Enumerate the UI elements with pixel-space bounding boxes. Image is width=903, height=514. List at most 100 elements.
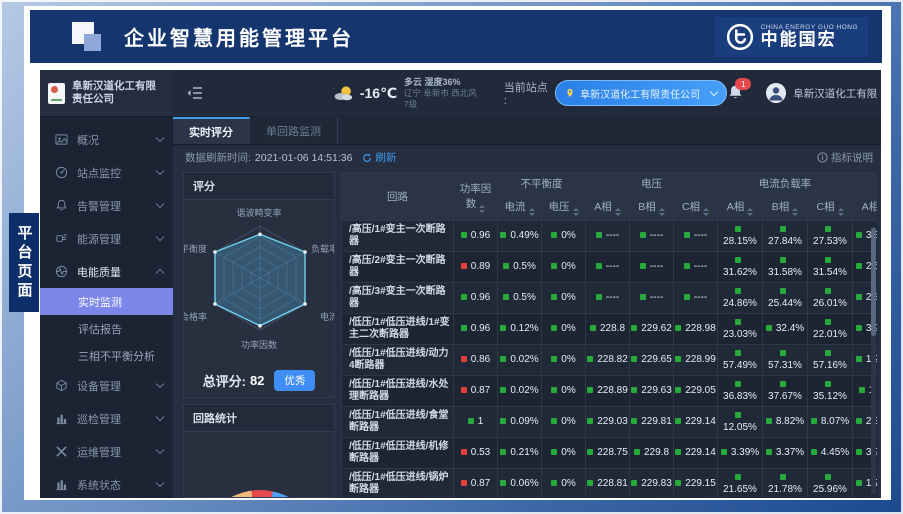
circuit-panel-title: 回路统计 bbox=[184, 405, 334, 432]
status-dot-green bbox=[587, 356, 593, 362]
table-row[interactable]: /低压/1#低压进线/机修断路器0.530.21%0%228.75229.822… bbox=[342, 438, 878, 469]
sort-icon[interactable] bbox=[615, 208, 621, 216]
table-sub-header-6[interactable]: B相 bbox=[763, 195, 808, 221]
table-sub-header-3[interactable]: B相 bbox=[630, 195, 674, 221]
table-scrollbar[interactable] bbox=[871, 226, 876, 495]
table-sub-header-2[interactable]: A相 bbox=[586, 195, 630, 221]
status-dot-green bbox=[500, 418, 506, 424]
sort-icon[interactable] bbox=[573, 208, 579, 216]
table-row[interactable]: /低压/1#低压进线/1#变主二次断路器0.960.12%0%228.8229.… bbox=[342, 314, 878, 345]
table-cell: 27.84% bbox=[763, 221, 808, 252]
cell-value: 228.98 bbox=[685, 323, 716, 334]
sidebar-item-5[interactable]: 设备管理 bbox=[40, 369, 173, 402]
cell-value: 228.81 bbox=[597, 478, 628, 489]
table-row[interactable]: /低压/1#低压进线/锅炉断路器0.870.06%0%228.81229.832… bbox=[342, 469, 878, 499]
table-row[interactable]: /低压/1#低压进线/动力4断路器0.860.02%0%228.82229.65… bbox=[342, 345, 878, 376]
sort-icon[interactable] bbox=[792, 208, 798, 216]
table-cell: 229.65 bbox=[630, 345, 674, 376]
sidebar-subitem-4-2[interactable]: 三相不平衡分析 bbox=[40, 342, 173, 369]
notification-badge: 1 bbox=[735, 78, 751, 90]
sidebar-item-7[interactable]: 运维管理 bbox=[40, 435, 173, 468]
sidebar-item-6[interactable]: 巡检管理 bbox=[40, 402, 173, 435]
sidebar-item-1[interactable]: 站点监控 bbox=[40, 156, 173, 189]
power-quality-icon bbox=[54, 265, 68, 279]
table-sub-header-8[interactable]: A相 bbox=[853, 195, 878, 221]
table-cell: 229.81 bbox=[630, 407, 674, 438]
cell-value: 0% bbox=[561, 261, 575, 272]
table-sub-header-0[interactable]: 电流 bbox=[498, 195, 542, 221]
table-group-header-4: 电流负载率 bbox=[718, 173, 853, 195]
sort-icon[interactable] bbox=[747, 208, 753, 216]
cell-value: 228.99 bbox=[685, 354, 716, 365]
sidebar-item-label: 系统状态 bbox=[77, 477, 157, 493]
cell-value: 22.01% bbox=[813, 329, 847, 340]
table-sub-header-7[interactable]: C相 bbox=[808, 195, 853, 221]
sort-icon[interactable] bbox=[838, 208, 844, 216]
status-dot-green bbox=[684, 294, 690, 300]
sidebar-item-3[interactable]: 能源管理 bbox=[40, 222, 173, 255]
sidebar-item-8[interactable]: 系统状态 bbox=[40, 468, 173, 498]
sort-icon[interactable] bbox=[659, 208, 665, 216]
metric-info-link[interactable]: 指标说明 bbox=[817, 150, 873, 165]
sidebar-item-label: 概况 bbox=[77, 132, 157, 148]
circuit-name: /高压/3#变主一次断路器 bbox=[342, 283, 454, 314]
sidebar-item-4[interactable]: 电能质量 bbox=[40, 255, 173, 288]
table-sub-header-1[interactable]: 电压 bbox=[542, 195, 586, 221]
status-dot-green bbox=[631, 325, 637, 331]
sidebar-subitem-4-0[interactable]: 实时监测 bbox=[40, 288, 173, 315]
weather-widget: -16℃ 多云 湿度36% 辽宁 阜新市 西北风 7级 bbox=[332, 77, 482, 110]
dashboard-body: 评分 谐波畸变率负载率电流功率因数合格率平衡度 总评分: 82 优秀 回路统计 bbox=[173, 170, 881, 498]
table-cell: 31.54% bbox=[808, 252, 853, 283]
status-dot-red bbox=[461, 387, 467, 393]
status-dot-green bbox=[856, 325, 862, 331]
table-cell: 228.8 bbox=[586, 314, 630, 345]
table-cell: 0% bbox=[542, 469, 586, 499]
user-menu[interactable]: 阜新汉道化工有限责任公司 bbox=[766, 83, 877, 103]
table-row[interactable]: /低压/1#低压进线/水处理断路器0.870.02%0%228.89229.63… bbox=[342, 376, 878, 407]
cell-value: 0.87 bbox=[471, 385, 490, 396]
table-row[interactable]: /高压/2#变主一次断路器0.890.5%0%------------31.62… bbox=[342, 252, 878, 283]
avatar bbox=[766, 83, 786, 103]
table-cell: 24.86% bbox=[718, 283, 763, 314]
cell-value: ---- bbox=[606, 292, 619, 303]
table-cell: ---- bbox=[586, 221, 630, 252]
table-cell: 28.15% bbox=[718, 221, 763, 252]
sort-icon[interactable] bbox=[479, 205, 485, 213]
table-group-header-1[interactable]: 功率因数 bbox=[454, 173, 498, 221]
table-row[interactable]: /高压/1#变主一次断路器0.960.49%0%------------28.1… bbox=[342, 221, 878, 252]
table-cell: 228.99 bbox=[674, 345, 718, 376]
table-sub-header-5[interactable]: A相 bbox=[718, 195, 763, 221]
page-tag: 平台页面 bbox=[9, 213, 39, 312]
status-dot-green bbox=[640, 232, 646, 238]
location-pin-icon bbox=[565, 87, 575, 99]
table-sub-header-4[interactable]: C相 bbox=[674, 195, 718, 221]
cell-value: 31.62% bbox=[723, 267, 757, 278]
tab-0[interactable]: 实时评分 bbox=[173, 117, 250, 144]
chevron-down-icon bbox=[156, 413, 164, 421]
status-dot-green bbox=[675, 480, 681, 486]
sidebar-item-0[interactable]: 概况 bbox=[40, 123, 173, 156]
collapse-sidebar-icon[interactable] bbox=[186, 86, 204, 100]
table-row[interactable]: /低压/1#低压进线/食堂断路器10.09%0%229.03229.81229.… bbox=[342, 407, 878, 438]
table-row[interactable]: /高压/3#变主一次断路器0.960.5%0%------------24.86… bbox=[342, 283, 878, 314]
sidebar-item-2[interactable]: 告警管理 bbox=[40, 189, 173, 222]
cell-value: 31.54% bbox=[813, 267, 847, 278]
status-dot-green bbox=[825, 257, 831, 263]
sort-icon[interactable] bbox=[703, 208, 709, 216]
station-monitor-icon bbox=[54, 166, 68, 180]
tab-1[interactable]: 单回路监测 bbox=[250, 117, 338, 144]
table-cell: ---- bbox=[674, 221, 718, 252]
cell-value: 35.12% bbox=[813, 391, 847, 402]
refresh-button[interactable]: 刷新 bbox=[362, 150, 396, 165]
status-dot-green bbox=[500, 232, 506, 238]
table-cell: 0% bbox=[542, 407, 586, 438]
station-dropdown[interactable]: 阜新汉道化工有限责任公司 bbox=[555, 80, 727, 106]
cell-value: 8.82% bbox=[776, 416, 804, 427]
status-dot-green bbox=[780, 474, 786, 480]
table-cell: 229.63 bbox=[630, 376, 674, 407]
notifications-button[interactable]: 1 bbox=[727, 84, 744, 102]
sort-icon[interactable] bbox=[529, 208, 535, 216]
table-cell: 0.09% bbox=[498, 407, 542, 438]
sidebar-subitem-4-1[interactable]: 评估报告 bbox=[40, 315, 173, 342]
cell-value: 0.06% bbox=[510, 478, 538, 489]
